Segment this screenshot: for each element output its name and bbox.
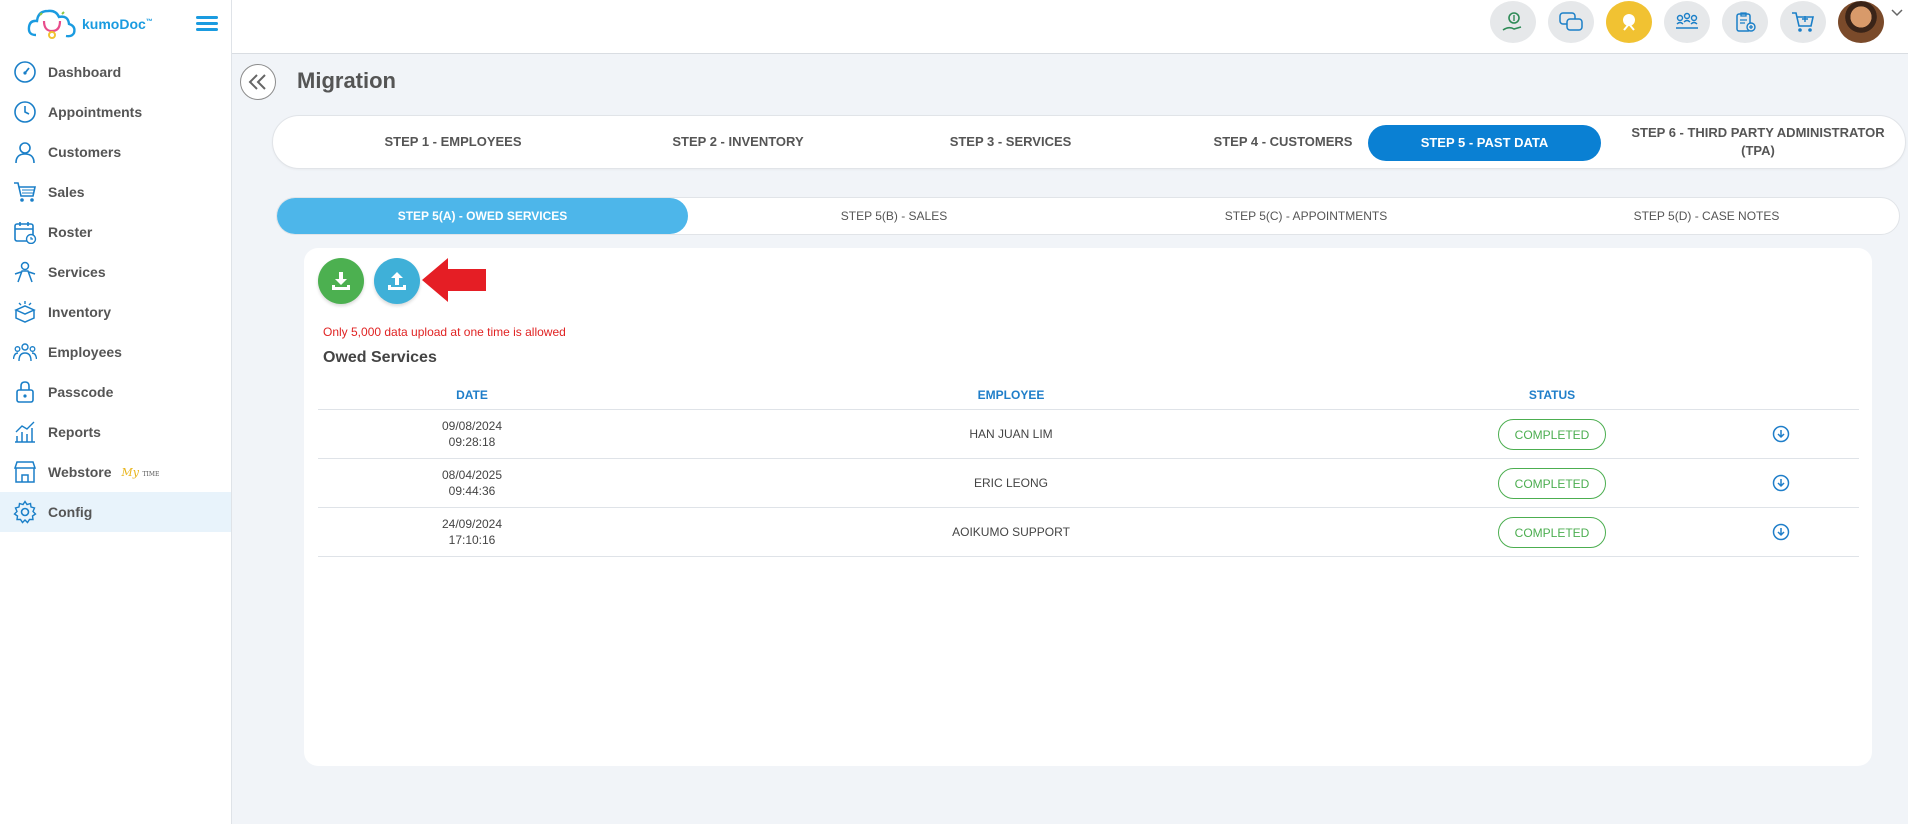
user-icon <box>12 139 38 165</box>
clock-icon <box>12 99 38 125</box>
store-icon <box>12 459 38 485</box>
tab-step-5b-sales[interactable]: STEP 5(B) - SALES <box>688 198 1100 234</box>
tab-step-5d-case-notes[interactable]: STEP 5(D) - CASE NOTES <box>1512 198 1901 234</box>
upload-limit-notice: Only 5,000 data upload at one time is al… <box>323 325 566 339</box>
sub-steps: STEP 5(A) - OWED SERVICES STEP 5(B) - SA… <box>276 197 1900 235</box>
chart-icon <box>12 419 38 445</box>
sidebar-item-label: Appointments <box>48 104 143 120</box>
sidebar-item-label: Sales <box>48 184 85 200</box>
mytime-logo: My TIME <box>121 465 160 479</box>
sidebar-item-label: Webstore <box>48 464 112 480</box>
sidebar-item-appointments[interactable]: Appointments <box>0 92 231 132</box>
clipboard-add-icon[interactable] <box>1722 1 1768 43</box>
upload-button[interactable] <box>374 258 420 304</box>
section-title: Owed Services <box>323 349 437 366</box>
box-icon <box>12 299 38 325</box>
sidebar-item-label: Inventory <box>48 304 112 320</box>
tab-step-6-tpa[interactable]: STEP 6 - THIRD PARTY ADMINISTRATOR (TPA) <box>1623 116 1893 168</box>
calendar-icon <box>12 219 38 245</box>
column-header-date[interactable]: DATE <box>456 388 488 402</box>
table-row: 24/09/2024 17:10:16 AOIKUMO SUPPORT COMPL… <box>318 508 1859 557</box>
upload-icon <box>388 272 406 290</box>
user-avatar[interactable] <box>1838 1 1884 43</box>
dashboard-icon <box>12 59 38 85</box>
sidebar-item-label: Customers <box>48 144 122 160</box>
column-header-status[interactable]: STATUS <box>1529 388 1575 402</box>
download-template-button[interactable] <box>318 258 364 304</box>
top-bar <box>232 0 1908 54</box>
sidebar-item-label: Roster <box>48 224 93 240</box>
table-row: 09/08/2024 09:28:18 HAN JUAN LIM COMPLETE… <box>318 410 1859 459</box>
sidebar-item-passcode[interactable]: Passcode <box>0 372 231 412</box>
tab-step-5a-owed-services[interactable]: STEP 5(A) - OWED SERVICES <box>277 198 688 234</box>
owed-services-table: DATE EMPLOYEE STATUS 09/08/2024 09:28:18 … <box>318 380 1859 557</box>
tab-step-5-past-data[interactable]: STEP 5 - PAST DATA <box>1368 125 1601 161</box>
sidebar-item-label: Passcode <box>48 384 114 400</box>
cloud-stethoscope-icon <box>27 9 76 39</box>
sidebar-item-label: Services <box>48 264 106 280</box>
highlight-feature-icon[interactable] <box>1606 1 1652 43</box>
sidebar-item-customers[interactable]: Customers <box>0 132 231 172</box>
cart-icon <box>12 179 38 205</box>
sidebar-item-config[interactable]: Config <box>0 492 231 532</box>
sidebar-item-inventory[interactable]: Inventory <box>0 292 231 332</box>
cash-hand-icon[interactable] <box>1490 1 1536 43</box>
tab-step-5c-appointments[interactable]: STEP 5(C) - APPOINTMENTS <box>1100 198 1512 234</box>
group-meeting-icon[interactable] <box>1664 1 1710 43</box>
sidebar-item-label: Employees <box>48 344 122 360</box>
double-chevron-left-icon <box>248 74 266 90</box>
sidebar-item-roster[interactable]: Roster <box>0 212 231 252</box>
download-icon <box>332 272 350 290</box>
download-circle-icon[interactable] <box>1772 474 1790 492</box>
chat-bubbles-icon[interactable] <box>1548 1 1594 43</box>
team-icon <box>12 339 38 365</box>
download-circle-icon[interactable] <box>1772 425 1790 443</box>
date-cell: 24/09/2024 17:10:16 <box>441 517 503 547</box>
sidebar-item-reports[interactable]: Reports <box>0 412 231 452</box>
sidebar-item-label: Config <box>48 504 93 520</box>
sidebar: kumoDoc™ Dashboard Appointments Customer… <box>0 0 232 824</box>
sidebar-item-label: Dashboard <box>48 64 122 80</box>
red-arrow-icon <box>422 258 486 302</box>
date-cell: 08/04/2025 09:44:36 <box>441 468 503 498</box>
sidebar-item-services[interactable]: Services <box>0 252 231 292</box>
sidebar-item-employees[interactable]: Employees <box>0 332 231 372</box>
employee-cell: HAN JUAN LIM <box>969 427 1053 441</box>
date-cell: 09/08/2024 09:28:18 <box>441 419 503 449</box>
gear-icon <box>12 499 38 525</box>
sidebar-item-label: Reports <box>48 424 101 440</box>
sidebar-item-sales[interactable]: Sales <box>0 172 231 212</box>
table-row: 08/04/2025 09:44:36 ERIC LEONG COMPLETED <box>318 459 1859 508</box>
page-title: Migration <box>297 68 396 93</box>
download-circle-icon[interactable] <box>1772 523 1790 541</box>
tab-step-2-inventory[interactable]: STEP 2 - INVENTORY <box>603 116 873 168</box>
table-header: DATE EMPLOYEE STATUS <box>318 380 1859 410</box>
top-icon-group <box>1490 0 1884 44</box>
sidebar-nav: Dashboard Appointments Customers Sales R… <box>0 52 231 532</box>
sidebar-item-dashboard[interactable]: Dashboard <box>0 52 231 92</box>
sidebar-item-webstore[interactable]: Webstore My TIME <box>0 452 231 492</box>
lock-icon <box>12 379 38 405</box>
tab-step-3-services[interactable]: STEP 3 - SERVICES <box>873 116 1148 168</box>
status-badge: COMPLETED <box>1498 419 1606 450</box>
shopping-cart-icon[interactable] <box>1780 1 1826 43</box>
status-badge: COMPLETED <box>1498 517 1606 548</box>
menu-toggle-button[interactable] <box>196 16 218 34</box>
kumodoc-logo[interactable]: kumoDoc™ <box>26 4 166 44</box>
back-button[interactable] <box>240 64 276 100</box>
brand-name: kumoDoc™ <box>82 16 153 32</box>
migration-steps: STEP 1 - EMPLOYEES STEP 2 - INVENTORY ST… <box>272 115 1906 169</box>
employee-cell: AOIKUMO SUPPORT <box>952 525 1070 539</box>
column-header-employee[interactable]: EMPLOYEE <box>978 388 1045 402</box>
employee-cell: ERIC LEONG <box>973 476 1049 490</box>
services-icon <box>12 259 38 285</box>
status-badge: COMPLETED <box>1498 468 1606 499</box>
tab-step-1-employees[interactable]: STEP 1 - EMPLOYEES <box>303 116 603 168</box>
chevron-down-icon[interactable] <box>1890 6 1904 20</box>
